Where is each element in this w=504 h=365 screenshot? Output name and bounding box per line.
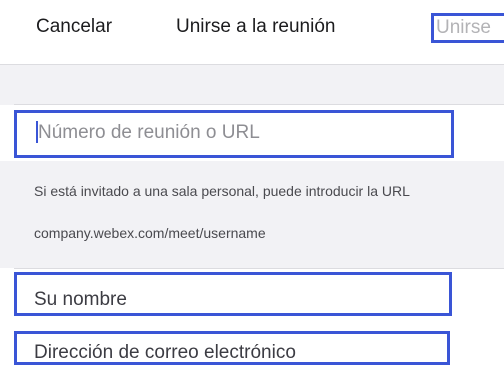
hint-section	[0, 161, 504, 268]
meeting-number-placeholder: Número de reunión o URL	[38, 122, 260, 143]
navigation-bar: Cancelar Unirse a la reunión Unirse	[0, 0, 504, 62]
hint-url-example: company.webex.com/meet/username	[34, 225, 266, 241]
hint-text: Si está invitado a una sala personal, pu…	[34, 183, 410, 199]
page-title: Unirse a la reunión	[176, 16, 336, 37]
name-placeholder: Su nombre	[34, 289, 127, 310]
join-button[interactable]: Unirse	[431, 13, 504, 43]
section-spacer	[0, 64, 504, 105]
email-placeholder: Dirección de correo electrónico	[34, 342, 296, 363]
cancel-button[interactable]: Cancelar	[36, 16, 112, 38]
